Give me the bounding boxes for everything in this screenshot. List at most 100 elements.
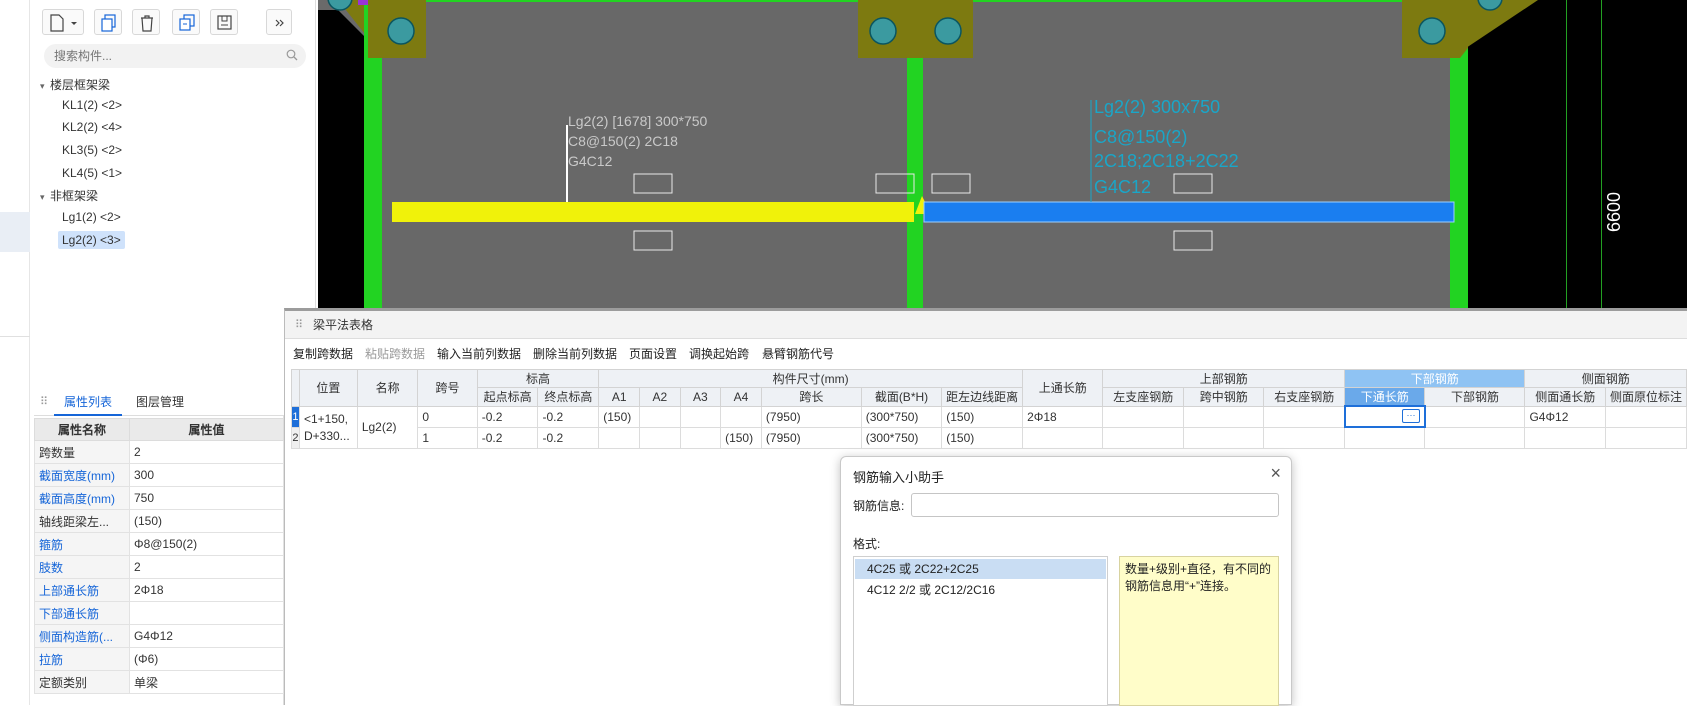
cell-edge-distance[interactable]: (150) bbox=[941, 426, 1024, 449]
format-item[interactable]: 4C12 2/2 或 2C12/2C16 bbox=[855, 580, 1106, 600]
row-number[interactable]: 1 bbox=[291, 405, 300, 428]
header-side-rebar: 侧面钢筋 bbox=[1524, 369, 1687, 388]
row-number[interactable]: 2 bbox=[291, 426, 300, 449]
cell-a2[interactable] bbox=[639, 405, 681, 428]
cell-bottom-through[interactable]: ··· bbox=[1343, 405, 1426, 428]
input-column-button[interactable]: 输入当前列数据 bbox=[437, 345, 521, 362]
property-name: 截面宽度(mm) bbox=[34, 463, 130, 487]
cell-a1[interactable]: (150) bbox=[598, 405, 641, 428]
header-bottom-rebar: 下部钢筋 bbox=[1344, 369, 1526, 388]
cell-span-length[interactable]: (7950) bbox=[760, 405, 862, 428]
cell-mid-span[interactable] bbox=[1183, 405, 1265, 428]
cell-a1[interactable] bbox=[598, 426, 641, 449]
tab-layers[interactable]: 图层管理 bbox=[126, 388, 194, 416]
collapse-icon[interactable]: ▾ bbox=[40, 81, 50, 92]
property-value[interactable]: 单梁 bbox=[129, 670, 284, 694]
tab-properties[interactable]: 属性列表 bbox=[54, 388, 123, 416]
property-value[interactable]: 2 bbox=[129, 555, 284, 579]
cell-start-elev[interactable]: -0.2 bbox=[476, 426, 539, 449]
copy-icon[interactable] bbox=[94, 9, 122, 35]
tree-item-kl3[interactable]: KL3(5) <2> bbox=[58, 141, 126, 159]
property-value[interactable]: 300 bbox=[129, 463, 284, 487]
cell-start-elev[interactable]: -0.2 bbox=[476, 405, 539, 428]
table-row: 2 1 -0.2 -0.2 (150) (7950) (300*750) (15… bbox=[291, 426, 1687, 449]
cell-a2[interactable] bbox=[639, 426, 681, 449]
swap-start-span-button[interactable]: 调换起始跨 bbox=[689, 345, 749, 362]
cell-section[interactable]: (300*750) bbox=[860, 405, 943, 428]
cell-span-length[interactable]: (7950) bbox=[760, 426, 862, 449]
property-value[interactable] bbox=[129, 601, 284, 625]
cell-bottom-bar[interactable] bbox=[1424, 426, 1526, 449]
cell-a3[interactable] bbox=[679, 426, 722, 449]
header-section: 截面(B*H) bbox=[860, 387, 943, 407]
cell-position[interactable]: <1+150, D+330... bbox=[298, 405, 358, 449]
cell-span[interactable]: 0 bbox=[417, 405, 478, 428]
property-value[interactable]: (Φ6) bbox=[129, 647, 284, 671]
copy-span-button[interactable]: 复制跨数据 bbox=[293, 345, 353, 362]
cantilever-code-button[interactable]: 悬臂钢筋代号 bbox=[762, 345, 834, 362]
cell-bottom-through[interactable] bbox=[1344, 426, 1426, 449]
tree-group-non-frame-beams[interactable]: ▾ 非框架梁 bbox=[40, 187, 98, 204]
grid-corner bbox=[291, 369, 300, 407]
expand-toolbar-icon[interactable] bbox=[266, 9, 292, 35]
drag-handle-icon[interactable]: ⠿ bbox=[40, 395, 48, 408]
delete-icon[interactable] bbox=[132, 9, 160, 35]
search-icon[interactable] bbox=[286, 49, 298, 61]
cell-left-support[interactable] bbox=[1102, 426, 1185, 449]
cell-a4[interactable]: (150) bbox=[720, 426, 762, 449]
cell-name[interactable]: Lg2(2) bbox=[356, 405, 419, 449]
new-component-button[interactable] bbox=[42, 9, 84, 35]
left-edge-strip bbox=[0, 0, 30, 705]
collapse-icon[interactable]: ▾ bbox=[40, 192, 50, 203]
close-icon[interactable]: × bbox=[1270, 463, 1281, 484]
cell-top-through[interactable] bbox=[1022, 426, 1104, 449]
property-name: 定额类别 bbox=[34, 670, 130, 694]
tree-item-kl2[interactable]: KL2(2) <4> bbox=[58, 118, 126, 136]
cell-side-through[interactable]: G4Φ12 bbox=[1524, 405, 1607, 428]
cell-section[interactable]: (300*750) bbox=[860, 426, 943, 449]
rebar-info-input[interactable] bbox=[911, 493, 1279, 517]
cell-a3[interactable] bbox=[679, 405, 722, 428]
cell-side-through[interactable] bbox=[1524, 426, 1607, 449]
cell-top-through[interactable]: 2Φ18 bbox=[1022, 405, 1104, 428]
tree-item-kl1[interactable]: KL1(2) <2> bbox=[58, 96, 126, 114]
tree-item-kl4[interactable]: KL4(5) <1> bbox=[58, 164, 126, 182]
cell-bottom-bar[interactable] bbox=[1424, 405, 1526, 428]
cell-side-local[interactable] bbox=[1605, 405, 1687, 428]
cell-a4[interactable] bbox=[720, 405, 762, 428]
cell-mid-span[interactable] bbox=[1183, 426, 1265, 449]
drawing-canvas[interactable]: Lg2(2) [1678] 300*750 C8@150(2) 2C18 G4C… bbox=[318, 0, 1687, 310]
property-value[interactable]: 2 bbox=[129, 440, 284, 464]
property-value[interactable]: Φ8@150(2) bbox=[129, 532, 284, 556]
plan-drawing[interactable]: Lg2(2) [1678] 300*750 C8@150(2) 2C18 G4C… bbox=[318, 0, 1687, 310]
property-value[interactable]: (150) bbox=[129, 509, 284, 533]
cell-side-local[interactable] bbox=[1605, 426, 1687, 449]
copy-to-floor-icon[interactable] bbox=[172, 9, 200, 35]
paste-span-button[interactable]: 粘贴跨数据 bbox=[365, 345, 425, 362]
cell-left-support[interactable] bbox=[1102, 405, 1185, 428]
drag-handle-icon[interactable]: ⠿ bbox=[295, 311, 303, 339]
header-edge-distance: 距左边线距离 bbox=[941, 387, 1024, 407]
more-options-button[interactable]: ··· bbox=[1401, 409, 1420, 423]
component-search[interactable] bbox=[44, 44, 306, 68]
delete-column-button[interactable]: 删除当前列数据 bbox=[533, 345, 617, 362]
tree-item-lg2[interactable]: Lg2(2) <3> bbox=[58, 231, 125, 249]
format-item[interactable]: 4C25 或 2C22+2C25 bbox=[855, 559, 1106, 579]
tree-item-lg1[interactable]: Lg1(2) <2> bbox=[58, 208, 125, 226]
cell-end-elev[interactable]: -0.2 bbox=[537, 405, 600, 428]
cell-span[interactable]: 1 bbox=[417, 426, 478, 449]
beam-annotation-line: G4C12 bbox=[1094, 177, 1151, 197]
property-value-header: 属性值 bbox=[129, 418, 284, 441]
layer-copy-icon[interactable] bbox=[210, 9, 238, 35]
property-value[interactable]: G4Φ12 bbox=[129, 624, 284, 648]
cell-edge-distance[interactable]: (150) bbox=[941, 405, 1024, 428]
property-value[interactable]: 750 bbox=[129, 486, 284, 510]
property-value[interactable]: 2Φ18 bbox=[129, 578, 284, 602]
rebar-helper-dialog: 钢筋输入小助手 × 钢筋信息: 格式: 4C25 或 2C22+2C25 4C1… bbox=[840, 456, 1292, 706]
page-settings-button[interactable]: 页面设置 bbox=[629, 345, 677, 362]
cell-end-elev[interactable]: -0.2 bbox=[537, 426, 600, 449]
tree-group-frame-beams[interactable]: ▾ 楼层框架梁 bbox=[40, 76, 110, 93]
cell-right-support[interactable] bbox=[1263, 426, 1346, 449]
cell-right-support[interactable] bbox=[1263, 405, 1346, 428]
search-input[interactable] bbox=[54, 47, 274, 65]
